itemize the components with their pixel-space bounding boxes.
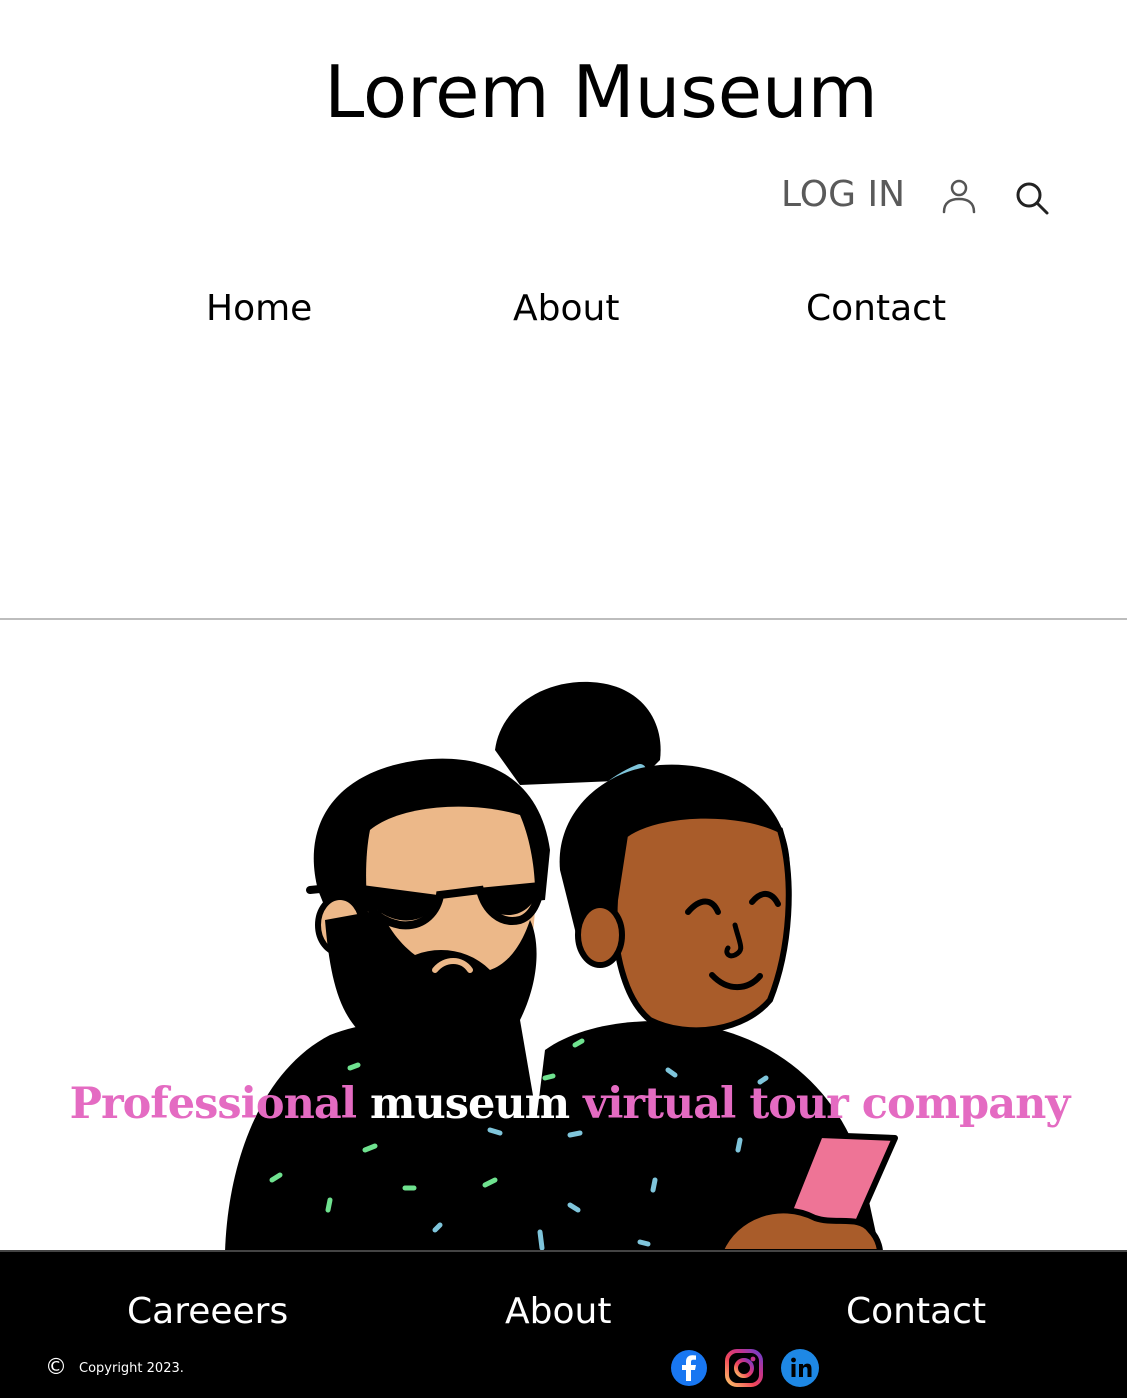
login-link[interactable]: LOG IN [781,173,905,217]
footer-careers-link[interactable]: Careeers [127,1290,288,1334]
nav-contact[interactable]: Contact [806,287,946,331]
tagline-accent: museum [370,1079,570,1129]
linkedin-icon[interactable] [780,1348,820,1388]
footer-about-link[interactable]: About [505,1290,611,1334]
hero-tagline: Professional museum virtual tour company [0,1074,1127,1134]
tagline-part1: Professional [69,1079,371,1129]
instagram-icon[interactable] [724,1348,764,1388]
user-icon[interactable] [940,178,978,214]
tagline-part2: virtual tour company [569,1079,1070,1129]
main-nav: Home About Contact [0,287,1127,335]
footer-contact-link[interactable]: Contact [846,1290,986,1334]
copyright-icon: © [45,1355,67,1380]
site-title: Lorem Museum [324,50,878,134]
search-icon[interactable] [1014,180,1050,216]
nav-about[interactable]: About [513,287,619,331]
copyright-text: Copyright 2023. [79,1361,184,1376]
nav-home[interactable]: Home [206,287,312,331]
facebook-icon[interactable] [669,1348,709,1388]
site-footer: Careeers About Contact © Copyright 2023. [0,1250,1127,1398]
hero-illustration [0,620,1127,1255]
page: Lorem Museum LOG IN Home About Contact P… [0,0,1127,1398]
